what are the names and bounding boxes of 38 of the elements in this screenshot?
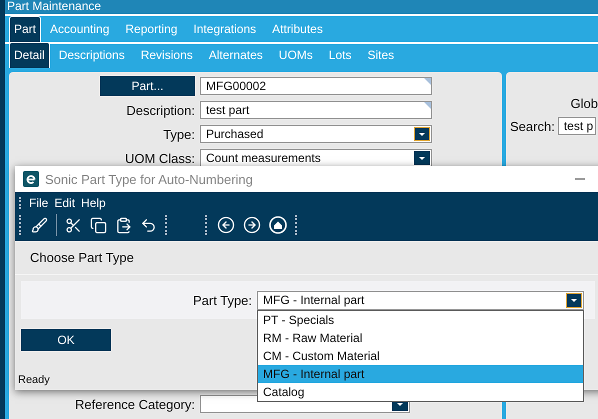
home-icon[interactable] xyxy=(269,216,287,234)
tab[interactable]: Part xyxy=(9,16,42,42)
field-label: UOM Class: xyxy=(124,150,195,166)
dialog-title: Sonic Part Type for Auto-Numbering xyxy=(45,172,254,186)
menu-item[interactable]: File xyxy=(29,196,48,210)
text-field[interactable]: MFG00002 xyxy=(200,77,432,95)
back-icon[interactable] xyxy=(217,216,235,234)
undo-icon[interactable] xyxy=(140,216,157,234)
paste-icon[interactable] xyxy=(115,216,132,234)
copy-icon[interactable] xyxy=(90,216,107,234)
field-label: Type: xyxy=(163,126,195,142)
tab[interactable]: Detail xyxy=(9,42,50,68)
ok-button[interactable]: OK xyxy=(21,329,111,351)
corner-marker-icon xyxy=(424,78,431,85)
field-label: Part Type: xyxy=(193,292,252,308)
dropdown-field[interactable]: Count measurements xyxy=(200,149,432,167)
app-logo-icon xyxy=(23,171,39,187)
caret-icon xyxy=(414,127,430,141)
dropdown-option[interactable]: MFG - Internal part xyxy=(258,364,584,382)
dropdown-option[interactable]: Catalog xyxy=(258,382,584,400)
status-text: Ready xyxy=(18,374,50,386)
window-title: Part Maintenance xyxy=(5,0,598,14)
text-field[interactable]: test part xyxy=(200,101,432,119)
section-title: Choose Part Type xyxy=(30,250,134,265)
search-label: Search: xyxy=(510,118,555,134)
menu-item[interactable]: Edit xyxy=(54,196,76,210)
field-label: Reference Category: xyxy=(75,396,195,412)
part-button[interactable]: Part... xyxy=(100,76,195,96)
field-label: Description: xyxy=(126,102,195,118)
broom-icon[interactable] xyxy=(31,216,48,234)
search-field[interactable]: test p xyxy=(558,117,596,135)
panel-heading: Glob xyxy=(570,96,598,111)
dropdown-field[interactable]: Purchased xyxy=(200,125,432,143)
cut-icon[interactable] xyxy=(65,216,82,234)
menu-item[interactable]: Help xyxy=(81,196,106,210)
dropdown-field[interactable]: MFG - Internal part xyxy=(257,290,584,310)
corner-marker-icon xyxy=(424,102,431,109)
forward-icon[interactable] xyxy=(243,216,261,234)
